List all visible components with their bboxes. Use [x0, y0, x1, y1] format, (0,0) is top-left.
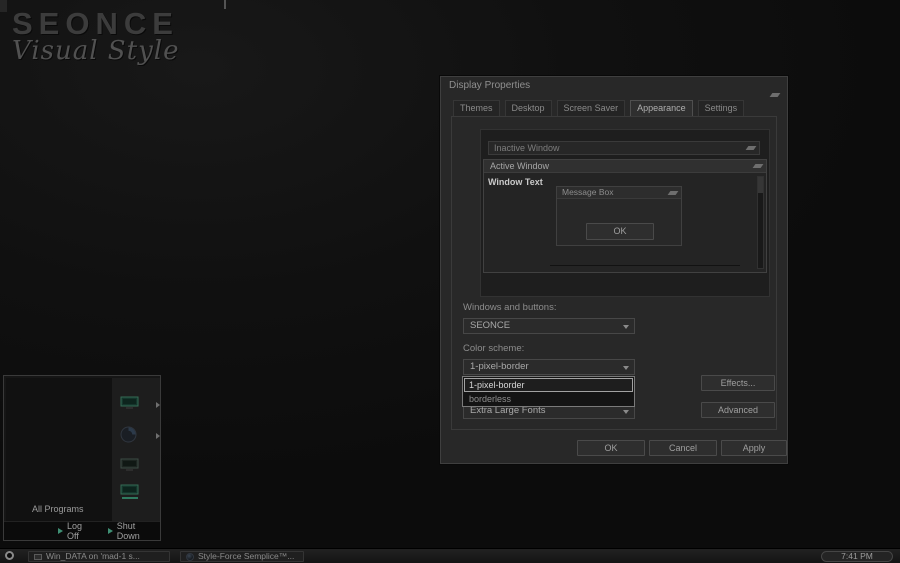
start-menu-item-display[interactable] [120, 458, 156, 478]
chevron-down-icon [623, 410, 629, 414]
shut-down-label: Shut Down [116, 521, 140, 541]
task-label: Style-Force Semplice™... [198, 551, 295, 561]
display-properties-dialog: Display Properties Themes Desktop Screen… [440, 76, 788, 464]
taskbar: Win_DATA on 'mad-1 s... Style-Force Semp… [0, 548, 900, 563]
monitor-icon [120, 396, 139, 409]
windows-and-buttons-select[interactable]: SEONCE [463, 318, 635, 334]
wallpaper-logo: SEONCE Visual Style [12, 6, 179, 66]
titlebar-glyph-icon [745, 146, 757, 150]
browser-swirl-icon [120, 426, 137, 443]
cancel-button[interactable]: Cancel [649, 440, 717, 456]
windows-and-buttons-label: Windows and buttons: [463, 302, 557, 313]
start-menu-right-panel [112, 378, 160, 521]
preview-inactive-window: Inactive Window [488, 141, 760, 155]
chevron-down-icon [623, 325, 629, 329]
ok-button[interactable]: OK [577, 440, 645, 456]
taskbar-clock[interactable]: 7:41 PM [821, 551, 893, 562]
dropdown-option-borderless[interactable]: borderless [463, 393, 634, 406]
task-label: Win_DATA on 'mad-1 s... [46, 551, 140, 561]
log-off-label: Log Off [67, 521, 83, 541]
log-off-button[interactable]: Log Off [58, 521, 96, 541]
start-menu-bottom-strip: Log Off Shut Down [4, 521, 160, 541]
preview-divider [550, 265, 740, 266]
appearance-tab-page: Inactive Window Active Window Window Tex… [451, 116, 777, 430]
scrollbar-thumb [758, 177, 763, 193]
monitor-icon [120, 458, 139, 471]
preview-window-text: Window Text [488, 177, 543, 187]
titlebar-glyph-icon [667, 191, 679, 195]
active-window-titlebar: Active Window [484, 160, 766, 173]
tab-strip: Themes Desktop Screen Saver Appearance S… [453, 100, 745, 117]
dropdown-option-1-pixel-border[interactable]: 1-pixel-border [464, 378, 633, 392]
windows-and-buttons-value: SEONCE [470, 320, 511, 331]
message-box-title: Message Box [562, 187, 614, 197]
close-icon[interactable] [769, 84, 781, 102]
advanced-button[interactable]: Advanced [701, 402, 775, 418]
appearance-preview: Inactive Window Active Window Window Tex… [480, 129, 770, 297]
preview-active-window: Active Window Window Text Message Box OK [483, 159, 767, 273]
inactive-window-title: Inactive Window [494, 143, 560, 153]
start-menu-item-monitor[interactable] [120, 396, 160, 416]
chevron-down-icon [623, 366, 629, 370]
shut-down-icon [107, 528, 113, 534]
start-menu-left-panel: All Programs [6, 378, 112, 521]
dialog-title: Display Properties [449, 80, 531, 91]
apply-button[interactable]: Apply [721, 440, 787, 456]
color-scheme-dropdown: 1-pixel-border borderless [462, 376, 635, 407]
color-scheme-value: 1-pixel-border [470, 361, 529, 372]
effects-button[interactable]: Effects... [701, 375, 775, 391]
preview-ok-button: OK [586, 223, 654, 240]
titlebar-glyph-icon [752, 164, 764, 168]
preview-scrollbar [757, 176, 764, 269]
color-scheme-select[interactable]: 1-pixel-border [463, 359, 635, 375]
start-button[interactable] [5, 551, 14, 560]
desktop-corner-mark [0, 0, 7, 12]
shut-down-button[interactable]: Shut Down [107, 521, 160, 541]
submenu-arrow-icon [156, 433, 160, 439]
submenu-arrow-icon [156, 402, 160, 408]
log-off-icon [58, 528, 63, 534]
desktop-top-mark [224, 0, 226, 9]
tab-appearance[interactable]: Appearance [630, 100, 693, 117]
active-window-title: Active Window [490, 161, 550, 171]
all-programs-item[interactable]: All Programs [32, 504, 84, 514]
taskbar-task-styleforce[interactable]: Style-Force Semplice™... [180, 551, 304, 562]
dialog-titlebar[interactable]: Display Properties [441, 77, 787, 97]
tab-screen-saver[interactable]: Screen Saver [556, 100, 626, 117]
monitor-icon [120, 484, 139, 499]
tab-settings[interactable]: Settings [697, 100, 745, 117]
start-menu-item-theme[interactable] [120, 484, 156, 504]
app-icon [186, 552, 194, 561]
start-menu: All Programs Log Off Shut Down [3, 375, 161, 541]
color-scheme-label: Color scheme: [463, 343, 525, 354]
titlebar-glyph-icon [769, 93, 781, 97]
desktop: SEONCE Visual Style Display Properties T… [0, 0, 900, 563]
tab-themes[interactable]: Themes [453, 100, 500, 117]
tab-desktop[interactable]: Desktop [504, 100, 552, 117]
logo-subtitle: Visual Style [12, 36, 180, 66]
start-menu-item-browser[interactable] [120, 426, 160, 446]
message-box-titlebar: Message Box [557, 187, 681, 199]
drive-icon [34, 553, 42, 560]
taskbar-task-windata[interactable]: Win_DATA on 'mad-1 s... [28, 551, 170, 562]
preview-message-box: Message Box OK [556, 186, 682, 246]
